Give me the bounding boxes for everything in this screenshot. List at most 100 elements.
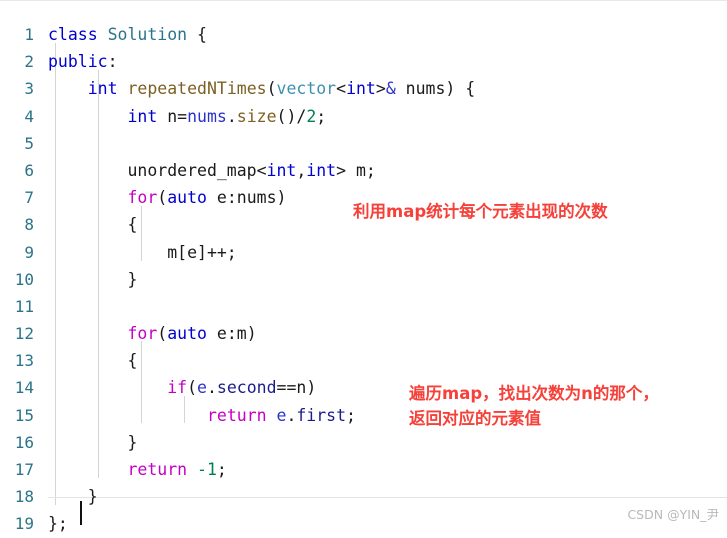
code-token: }; <box>48 514 68 534</box>
code-line[interactable]: 12 for(auto e:m) <box>0 320 727 347</box>
code-token: for <box>127 324 158 344</box>
line-number: 6 <box>24 160 34 180</box>
code-token: 2 <box>306 106 317 126</box>
code-token: Solution <box>107 25 188 44</box>
line-text[interactable]: if(e.second==n) <box>48 374 316 401</box>
code-token: int <box>87 79 118 99</box>
line-text[interactable]: } <box>48 266 137 293</box>
watermark: CSDN @YIN_尹 <box>627 507 719 522</box>
code-token: repeatedNTimes <box>127 79 267 99</box>
line-number: 13 <box>14 351 34 371</box>
code-token: class <box>48 25 98 44</box>
code-token: e <box>276 405 287 425</box>
code-token: return <box>206 405 267 425</box>
code-token: ; <box>316 106 327 126</box>
line-text[interactable]: }; <box>48 510 68 537</box>
code-token: ( <box>157 188 168 208</box>
code-token: -1 <box>197 460 217 479</box>
code-token: ( <box>157 324 168 344</box>
code-line[interactable]: 18 } <box>0 483 727 510</box>
red-annotation-text: 遍历map，找出次数为n的那个， <box>409 384 659 403</box>
code-line[interactable]: 3 int repeatedNTimes(vector<int>& nums) … <box>0 75 727 102</box>
code-token: e <box>197 378 207 398</box>
code-line[interactable]: 11 <box>0 293 727 320</box>
line-text[interactable]: m[e]++; <box>48 239 237 266</box>
code-line[interactable]: 9 m[e]++; <box>0 239 727 266</box>
code-line[interactable]: 2 public: <box>0 48 727 75</box>
code-token: ( <box>187 378 198 398</box>
line-text[interactable]: for(auto e:nums) <box>48 184 286 211</box>
line-text[interactable]: { <box>48 211 137 238</box>
line-number: 5 <box>24 133 34 153</box>
code-token: e:nums) <box>206 188 287 208</box>
code-token: for <box>127 188 158 208</box>
code-token: ; <box>346 405 356 425</box>
code-line[interactable]: 5 <box>0 130 727 157</box>
code-token: > <box>375 79 386 99</box>
code-token: return <box>127 460 188 479</box>
line-number: 9 <box>24 242 34 262</box>
code-token: public <box>48 52 108 72</box>
line-text[interactable]: } <box>48 429 137 456</box>
code-token: size <box>236 106 277 126</box>
code-editor[interactable]: 1 class Solution {2 public: 3 int repeatedN… <box>0 0 727 533</box>
line-number: 3 <box>24 79 34 99</box>
code-token: > m; <box>336 160 376 180</box>
code-token: } <box>48 487 98 507</box>
code-line[interactable]: 19}; <box>0 510 727 537</box>
code-token: { <box>48 351 138 371</box>
line-number: 17 <box>14 460 34 479</box>
code-token: . <box>286 405 297 425</box>
red-annotation-text: 利用map统计每个元素出现的次数 <box>353 202 608 221</box>
line-text[interactable]: for(auto e:m) <box>48 320 257 347</box>
code-line[interactable]: 13 { <box>0 347 727 374</box>
line-text[interactable]: return -1; <box>48 456 226 483</box>
code-token: : <box>107 52 118 72</box>
code-token: e:m) <box>206 324 257 344</box>
code-token: first <box>296 405 347 425</box>
red-annotation-text: 返回对应的元素值 <box>409 409 541 428</box>
line-number: 11 <box>14 296 34 316</box>
line-number: 14 <box>14 378 34 398</box>
code-token: , <box>296 160 307 180</box>
line-text[interactable]: class Solution { <box>48 21 207 48</box>
code-line[interactable]: 6 unordered_map<int,int> m; <box>0 157 727 184</box>
line-number: 10 <box>14 269 34 289</box>
line-number: 15 <box>14 405 34 425</box>
code-line[interactable]: 10 } <box>0 266 727 293</box>
code-token: . <box>226 106 237 126</box>
line-text[interactable]: } <box>48 483 98 510</box>
code-lines-container[interactable]: 1 class Solution {2 public: 3 int repeatedN… <box>0 21 727 538</box>
code-token: < <box>336 79 347 99</box>
code-token: } <box>48 269 138 289</box>
code-token: nums) { <box>395 79 476 99</box>
line-number: 19 <box>14 514 34 534</box>
code-line[interactable]: 1 class Solution { <box>0 21 727 48</box>
line-text[interactable]: unordered_map<int,int> m; <box>48 157 376 184</box>
code-token: if <box>167 378 188 398</box>
line-text[interactable]: public: <box>48 48 118 75</box>
code-token: & <box>385 79 396 99</box>
line-number: 4 <box>24 106 34 126</box>
line-text[interactable]: int n=nums.size()/2; <box>48 103 326 130</box>
code-token: { <box>187 25 207 44</box>
line-text[interactable]: int repeatedNTimes(vector<int>& nums) { <box>48 75 475 102</box>
code-line[interactable]: 17 return -1; <box>0 456 727 483</box>
line-number: 18 <box>14 487 34 507</box>
line-number: 1 <box>24 25 34 44</box>
code-token: int <box>306 160 337 180</box>
line-text[interactable]: return e.first; <box>48 402 356 429</box>
line-text[interactable]: { <box>48 347 137 374</box>
code-line[interactable]: 16 } <box>0 429 727 456</box>
code-token: m[e]++; <box>48 242 237 262</box>
code-line[interactable]: 4 int n=nums.size()/2; <box>0 103 727 130</box>
